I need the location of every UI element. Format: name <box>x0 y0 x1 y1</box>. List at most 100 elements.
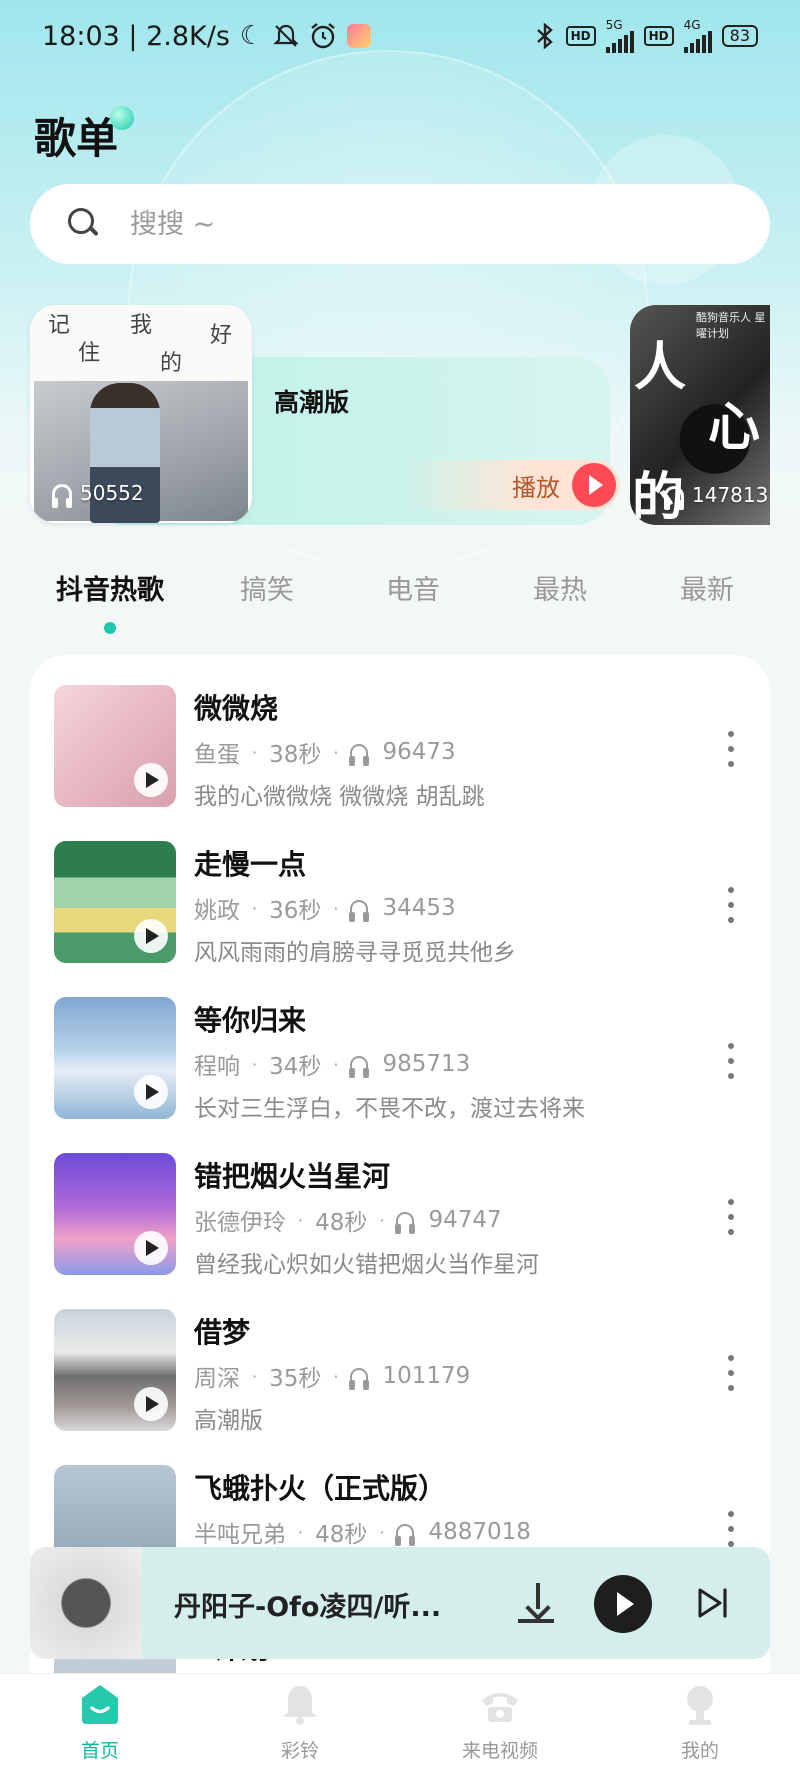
headphone-icon <box>395 1524 416 1546</box>
nav-home[interactable]: 首页 <box>40 1682 160 1763</box>
tab-newest[interactable]: 最新 <box>680 568 734 607</box>
headphone-icon <box>349 1368 370 1390</box>
play-icon <box>134 1231 168 1265</box>
alarm-icon <box>311 23 335 49</box>
separator-dot: · <box>333 898 339 918</box>
bell-off-icon <box>273 24 299 47</box>
headphone-icon <box>395 1212 416 1234</box>
more-icon[interactable] <box>726 887 736 923</box>
play-icon <box>134 919 168 953</box>
song-cover[interactable] <box>54 841 176 963</box>
signal-5g: 5G <box>605 19 634 53</box>
home-icon <box>82 1685 118 1724</box>
song-artist: 周深 <box>194 1366 240 1392</box>
signal-icon <box>605 31 634 53</box>
separator-dot: · <box>333 742 339 762</box>
headphone-icon <box>349 900 370 922</box>
song-plays: 96473 <box>382 739 456 765</box>
search-bar[interactable] <box>30 184 770 264</box>
battery-indicator: 83 <box>721 25 758 47</box>
play-icon <box>134 1387 168 1421</box>
nav-ringtone-label: 彩铃 <box>280 1740 319 1762</box>
song-cover[interactable] <box>54 997 176 1119</box>
moon-icon: ☾ <box>239 21 264 51</box>
search-input[interactable] <box>130 208 690 240</box>
song-row[interactable]: 错把烟火当星河 张德伊玲 · 48秒 · 94747 曾经我心炽如火错把烟火当作… <box>30 1153 770 1283</box>
tab-electronic[interactable]: 电音 <box>386 568 440 607</box>
play-icon <box>134 763 168 797</box>
song-lyric: 风风雨雨的肩膀寻寻觅觅共他乡 <box>194 940 516 966</box>
separator-dot: · <box>333 1054 339 1074</box>
status-bar: 18:03 | 2.8K/s ☾ HD 5G HD 4G 83 <box>0 0 800 72</box>
status-left: 18:03 | 2.8K/s ☾ <box>42 21 372 52</box>
song-duration: 34秒 <box>269 1054 322 1080</box>
featured-playlist-card-2[interactable]: 酷狗音乐人 星曜计划 人 心 的 147813 <box>630 305 770 525</box>
song-title: 等你归来 <box>194 1004 307 1037</box>
song-meta: 半吨兄弟 · 48秒 · 4887018 <box>194 1515 531 1549</box>
nav-profile[interactable]: 我的 <box>640 1682 760 1763</box>
more-icon[interactable] <box>726 1199 736 1235</box>
song-cover[interactable] <box>54 1309 176 1431</box>
mini-player-cover[interactable] <box>30 1547 142 1659</box>
separator-dot: · <box>298 1522 304 1542</box>
song-artist: 半吨兄弟 <box>194 1522 286 1548</box>
search-icon <box>68 208 100 240</box>
tab-funny[interactable]: 搞笑 <box>240 568 294 607</box>
mini-player[interactable]: 丹阳子-Ofo凌四/听... <box>30 1547 770 1659</box>
song-duration: 35秒 <box>269 1366 322 1392</box>
nav-ringtone[interactable]: 彩铃 <box>240 1682 360 1763</box>
featured-playlist-card[interactable]: 记 我 好 住 的 50552 高潮版 播放 <box>30 305 620 525</box>
song-artist: 程响 <box>194 1054 240 1080</box>
song-plays: 985713 <box>382 1051 471 1077</box>
song-row[interactable]: 走慢一点 姚政 · 36秒 · 34453 风风雨雨的肩膀寻寻觅觅共他乡 <box>30 841 770 971</box>
song-title: 微微烧 <box>194 692 279 725</box>
song-title: 错把烟火当星河 <box>194 1160 391 1193</box>
more-icon[interactable] <box>726 1511 736 1547</box>
separator-dot: · <box>333 1366 339 1386</box>
nav-home-label: 首页 <box>80 1740 119 1762</box>
network-4g-label: 4G <box>683 18 701 32</box>
song-cover[interactable] <box>54 1153 176 1275</box>
featured-playlist-name: 高潮版 <box>274 388 350 417</box>
signal-icon-2 <box>683 31 712 53</box>
song-plays: 34453 <box>382 895 456 921</box>
nav-call-video[interactable]: 来电视频 <box>440 1682 560 1763</box>
download-icon[interactable] <box>518 1583 558 1623</box>
phone-icon <box>482 1693 518 1722</box>
play-icon <box>572 463 616 507</box>
more-icon[interactable] <box>726 1355 736 1391</box>
next-track-icon[interactable] <box>696 1587 730 1619</box>
separator-dot: · <box>252 1054 258 1074</box>
download-icon-base <box>518 1619 554 1623</box>
cover-caption: 酷狗音乐人 星曜计划 <box>696 311 766 340</box>
headphone-icon <box>349 1056 370 1078</box>
play-count: 147813 <box>664 483 768 510</box>
separator-dot: · <box>298 1210 304 1230</box>
song-cover[interactable] <box>54 685 176 807</box>
more-icon[interactable] <box>726 1043 736 1079</box>
song-duration: 38秒 <box>269 742 322 768</box>
song-row[interactable]: 借梦 周深 · 35秒 · 101179 高潮版 <box>30 1309 770 1439</box>
category-tabs: 抖音热歌 搞笑 电音 最热 最新 <box>0 568 800 628</box>
song-artist: 鱼蛋 <box>194 742 240 768</box>
tab-hottest[interactable]: 最热 <box>533 568 587 607</box>
tab-douyin-hot[interactable]: 抖音热歌 <box>56 568 164 607</box>
song-duration: 48秒 <box>315 1210 368 1236</box>
mini-player-title: 丹阳子-Ofo凌四/听... <box>174 1592 442 1623</box>
featured-playlist-cover[interactable]: 记 我 好 住 的 50552 <box>30 305 252 523</box>
nav-profile-label: 我的 <box>680 1740 719 1762</box>
song-lyric: 长对三生浮白，不畏不改，渡过去将来 <box>194 1096 585 1122</box>
song-plays: 94747 <box>428 1207 502 1233</box>
separator-dot: · <box>379 1210 385 1230</box>
song-artist: 张德伊玲 <box>194 1210 286 1236</box>
play-count-value: 50552 <box>80 481 144 505</box>
cover-char: 记 <box>48 313 71 338</box>
song-row[interactable]: 等你归来 程响 · 34秒 · 985713 长对三生浮白，不畏不改，渡过去将来 <box>30 997 770 1127</box>
separator-dot: · <box>252 1366 258 1386</box>
song-duration: 48秒 <box>315 1522 368 1548</box>
more-icon[interactable] <box>726 731 736 767</box>
song-duration: 36秒 <box>269 898 322 924</box>
song-row[interactable]: 微微烧 鱼蛋 · 38秒 · 96473 我的心微微烧 微微烧 胡乱跳 <box>30 685 770 815</box>
play-pause-button[interactable] <box>594 1575 652 1633</box>
play-button[interactable]: 播放 <box>406 460 620 510</box>
